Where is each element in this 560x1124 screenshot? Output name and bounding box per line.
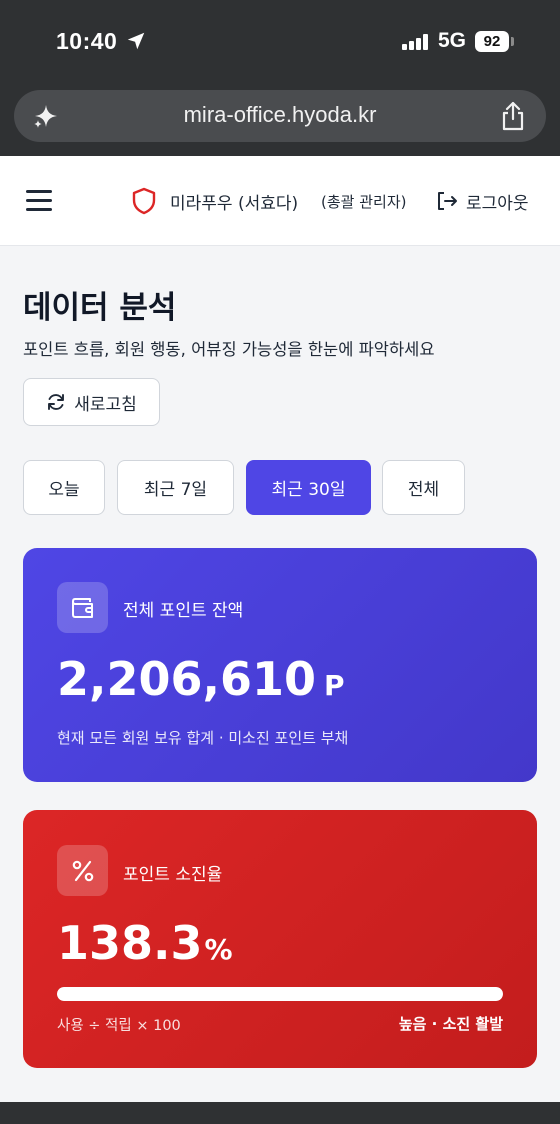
range-tab-label: 오늘 bbox=[48, 480, 80, 500]
balance-description: 현재 모든 회원 보유 합계 · 미소진 포인트 부채 bbox=[57, 729, 349, 747]
range-tab-label: 최근 30일 bbox=[271, 480, 346, 500]
user-name: 미라푸우 (서효다) bbox=[170, 194, 299, 214]
logout-button[interactable]: 로그아웃 bbox=[436, 187, 529, 215]
user-role: (총괄 관리자) bbox=[321, 193, 407, 211]
burn-rate-status: 높음 · 소진 활발 bbox=[398, 1015, 503, 1033]
logout-icon bbox=[438, 192, 457, 210]
page-title: 데이터 분석 bbox=[23, 290, 177, 326]
range-tab-today[interactable]: 오늘 bbox=[23, 460, 105, 515]
app-header: 미라푸우 (서효다) (총괄 관리자) 로그아웃 bbox=[0, 156, 560, 246]
burn-rate-label: 포인트 소진율 bbox=[123, 865, 223, 885]
range-tab-label: 최근 7일 bbox=[143, 480, 208, 500]
percent-icon-box bbox=[57, 845, 108, 896]
burn-rate-unit: % bbox=[204, 933, 233, 966]
balance-value: 2,206,610 P bbox=[57, 652, 345, 706]
burn-rate-progress-fill bbox=[57, 987, 503, 1001]
range-tab-30days[interactable]: 최근 30일 bbox=[246, 460, 371, 515]
wallet-icon-box bbox=[57, 582, 108, 633]
browser-bottom-bar bbox=[0, 1102, 560, 1124]
range-tab-all[interactable]: 전체 bbox=[382, 460, 465, 515]
share-icon[interactable] bbox=[500, 101, 526, 131]
balance-label: 전체 포인트 잔액 bbox=[123, 601, 244, 621]
burn-rate-value: 138.3% bbox=[57, 916, 233, 970]
points-burn-rate-card: 포인트 소진율 138.3% 사용 ÷ 적립 × 100 높음 · 소진 활발 bbox=[23, 810, 537, 1068]
signal-icon bbox=[402, 34, 430, 50]
address-bar[interactable]: mira-office.hyoda.kr bbox=[14, 90, 546, 142]
page-subtitle: 포인트 흐름, 회원 행동, 어뷰징 가능성을 한눈에 파악하세요 bbox=[23, 340, 435, 359]
wallet-icon bbox=[71, 597, 93, 618]
refresh-button[interactable]: 새로고침 bbox=[23, 378, 160, 426]
refresh-icon bbox=[48, 394, 65, 410]
menu-icon[interactable] bbox=[26, 190, 54, 212]
logout-label: 로그아웃 bbox=[466, 193, 529, 214]
network-type: 5G bbox=[438, 29, 467, 52]
location-arrow-icon bbox=[127, 32, 145, 50]
percent-icon bbox=[72, 860, 93, 881]
balance-unit: P bbox=[324, 669, 345, 702]
url-text[interactable]: mira-office.hyoda.kr bbox=[14, 102, 546, 128]
battery-icon: 92 bbox=[475, 31, 509, 52]
points-balance-card: 전체 포인트 잔액 2,206,610 P 현재 모든 회원 보유 합계 · 미소… bbox=[23, 548, 537, 782]
status-time: 10:40 bbox=[56, 28, 118, 54]
shield-icon bbox=[132, 187, 156, 215]
status-bar: 10:40 5G 92 bbox=[0, 0, 560, 86]
range-tab-7days[interactable]: 최근 7일 bbox=[117, 460, 234, 515]
burn-rate-formula: 사용 ÷ 적립 × 100 bbox=[57, 1018, 181, 1034]
burn-rate-progress bbox=[57, 987, 503, 1001]
range-tab-label: 전체 bbox=[407, 480, 440, 500]
burn-rate-number: 138.3 bbox=[57, 916, 203, 970]
browser-toolbar: mira-office.hyoda.kr bbox=[0, 86, 560, 156]
balance-number: 2,206,610 bbox=[57, 652, 316, 706]
battery-tip bbox=[511, 37, 514, 46]
refresh-label: 새로고침 bbox=[74, 394, 137, 415]
